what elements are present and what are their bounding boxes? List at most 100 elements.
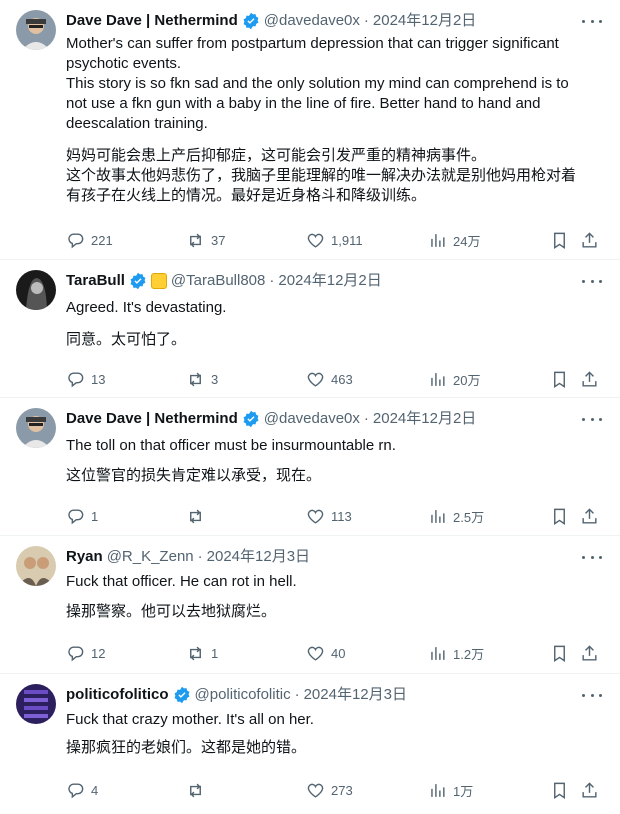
more-icon[interactable] xyxy=(582,548,602,566)
post[interactable]: Dave Dave | Nethermind @davedave0x · 202… xyxy=(0,398,620,536)
post-text-en: The toll on that officer must be insurmo… xyxy=(66,437,396,454)
reply-icon xyxy=(68,371,84,387)
bookmark-button[interactable] xyxy=(550,228,573,252)
avatar[interactable] xyxy=(16,684,56,724)
repost-button[interactable]: 3 xyxy=(186,367,218,391)
reply-count: 1 xyxy=(91,508,99,524)
like-count: 113 xyxy=(331,508,352,524)
post[interactable]: Dave Dave | Nethermind @davedave0x · 202… xyxy=(0,0,620,260)
user-handle[interactable]: @TaraBull808 xyxy=(171,270,265,292)
display-name[interactable]: Dave Dave | Nethermind xyxy=(66,408,238,430)
views-icon xyxy=(431,372,445,386)
post-text-en: Agreed. It's devastating. xyxy=(66,299,227,316)
share-button[interactable] xyxy=(580,778,603,802)
avatar[interactable] xyxy=(16,270,56,310)
bookmark-icon xyxy=(554,508,565,525)
repost-button[interactable]: 37 xyxy=(186,228,225,252)
reply-button[interactable]: 13 xyxy=(66,367,105,391)
views-count: 24万 xyxy=(453,233,481,249)
repost-button[interactable]: 1 xyxy=(186,641,218,665)
user-handle[interactable]: @R_K_Zenn xyxy=(107,546,194,568)
repost-count: 37 xyxy=(211,232,226,248)
action-bar: 4 273 1万 xyxy=(66,778,604,802)
post[interactable]: Ryan @R_K_Zenn · 2024年12月3日 Fuck that of… xyxy=(0,536,620,674)
repost-button[interactable] xyxy=(186,778,211,802)
separator: · xyxy=(363,410,369,427)
views-button[interactable]: 1.2万 xyxy=(428,641,484,665)
like-count: 463 xyxy=(331,371,353,387)
action-bar: 12 1 40 1.2万 xyxy=(66,641,604,665)
views-count: 1万 xyxy=(453,783,474,799)
like-button[interactable]: 463 xyxy=(306,367,353,391)
share-button[interactable] xyxy=(580,641,603,665)
views-button[interactable]: 20万 xyxy=(428,367,480,391)
more-icon[interactable] xyxy=(582,12,602,30)
reply-button[interactable]: 12 xyxy=(66,641,105,665)
views-button[interactable]: 24万 xyxy=(428,228,480,252)
share-button[interactable] xyxy=(580,228,603,252)
like-icon xyxy=(307,509,324,524)
views-icon xyxy=(431,509,445,523)
post[interactable]: TaraBull @TaraBull808 · 2024年12月2日 Agree… xyxy=(0,260,620,398)
repost-icon xyxy=(190,233,201,247)
bookmark-button[interactable] xyxy=(550,641,573,665)
post-text-zh: 这位警官的损失肯定难以承受，现在。 xyxy=(66,467,322,484)
reply-button[interactable]: 4 xyxy=(66,778,98,802)
avatar[interactable] xyxy=(16,10,56,50)
repost-icon xyxy=(190,372,201,386)
post-header: Ryan @R_K_Zenn · 2024年12月3日 xyxy=(66,546,560,568)
more-icon[interactable] xyxy=(582,272,602,290)
share-icon xyxy=(582,644,597,661)
action-bar: 13 3 463 20万 xyxy=(66,367,604,391)
like-button[interactable]: 40 xyxy=(306,641,345,665)
user-handle[interactable]: @davedave0x xyxy=(264,10,360,32)
like-count: 40 xyxy=(331,645,346,661)
post-date[interactable]: 2024年12月2日 xyxy=(373,408,476,430)
like-button[interactable]: 113 xyxy=(306,504,352,528)
reply-count: 12 xyxy=(91,645,106,661)
post-text-en: Fuck that crazy mother. It's all on her. xyxy=(66,711,314,728)
views-count: 1.2万 xyxy=(453,646,485,662)
views-button[interactable]: 2.5万 xyxy=(428,504,484,528)
repost-button[interactable] xyxy=(186,504,211,528)
post-header: TaraBull @TaraBull808 · 2024年12月2日 xyxy=(66,270,560,292)
reply-button[interactable]: 221 xyxy=(66,228,113,252)
share-icon xyxy=(582,507,597,524)
views-icon xyxy=(431,233,445,247)
separator: · xyxy=(197,548,203,565)
share-button[interactable] xyxy=(580,504,603,528)
post-date[interactable]: 2024年12月2日 xyxy=(278,270,381,292)
display-name[interactable]: politicofolitico xyxy=(66,684,169,706)
display-name[interactable]: Ryan xyxy=(66,546,103,568)
more-icon[interactable] xyxy=(582,410,602,428)
post-date[interactable]: 2024年12月3日 xyxy=(207,546,310,568)
like-count: 273 xyxy=(331,782,353,798)
bookmark-button[interactable] xyxy=(550,504,573,528)
display-name[interactable]: Dave Dave | Nethermind xyxy=(66,10,238,32)
verified-icon xyxy=(242,410,260,428)
display-name[interactable]: TaraBull xyxy=(66,270,125,292)
bookmark-button[interactable] xyxy=(550,367,573,391)
post-date[interactable]: 2024年12月2日 xyxy=(373,10,476,32)
like-icon xyxy=(307,372,324,387)
share-button[interactable] xyxy=(580,367,603,391)
like-button[interactable]: 273 xyxy=(306,778,353,802)
separator: · xyxy=(269,272,275,289)
views-button[interactable]: 1万 xyxy=(428,778,473,802)
bookmark-icon xyxy=(554,232,565,249)
like-button[interactable]: 1,911 xyxy=(306,228,363,252)
bookmark-button[interactable] xyxy=(550,778,573,802)
affiliate-badge-icon xyxy=(150,273,167,289)
avatar[interactable] xyxy=(16,408,56,448)
post-date[interactable]: 2024年12月3日 xyxy=(304,684,407,706)
post[interactable]: politicofolitico @politicofolitic · 2024… xyxy=(0,674,620,814)
more-icon[interactable] xyxy=(582,686,602,704)
post-text-zh: 同意。太可怕了。 xyxy=(66,331,187,348)
like-icon xyxy=(307,233,324,248)
reply-icon xyxy=(68,508,84,524)
user-handle[interactable]: @politicofolitic xyxy=(195,684,291,706)
avatar[interactable] xyxy=(16,546,56,586)
user-handle[interactable]: @davedave0x xyxy=(264,408,360,430)
action-bar: 221 37 1,911 24万 xyxy=(66,228,604,252)
reply-button[interactable]: 1 xyxy=(66,504,98,528)
